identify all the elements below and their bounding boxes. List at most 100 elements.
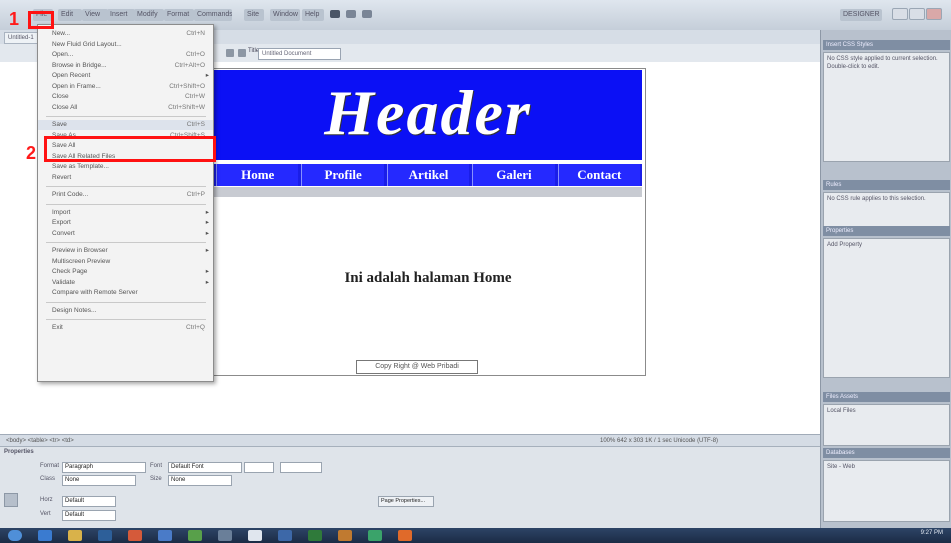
folder-icon[interactable]	[278, 530, 292, 541]
page-properties-button[interactable]: Page Properties...	[378, 496, 434, 507]
panel-header-rules[interactable]: Rules	[823, 180, 950, 190]
file-menu-item[interactable]: Design Notes...	[38, 306, 213, 316]
photoshop-icon[interactable]	[338, 530, 352, 541]
preview-icon[interactable]	[226, 49, 234, 57]
workspace-switcher[interactable]: DESIGNER	[840, 9, 882, 21]
explorer-icon[interactable]	[68, 530, 82, 541]
nav-item-artikel[interactable]: Artikel	[386, 164, 470, 186]
file-menu-item[interactable]: Browse in Bridge... Ctrl+Alt+O	[38, 61, 213, 71]
align-buttons[interactable]	[280, 462, 322, 473]
dreamweaver-icon[interactable]	[368, 530, 382, 541]
files-panel: Local Files	[823, 404, 950, 446]
document-title-input[interactable]: Untitled Document	[258, 48, 341, 60]
minimize-button[interactable]	[892, 8, 908, 20]
window-icon[interactable]	[218, 530, 232, 541]
active-app-icon[interactable]	[398, 530, 412, 541]
file-menu-item[interactable]: New Fluid Grid Layout...	[38, 40, 213, 50]
nav-item-galeri[interactable]: Galeri	[472, 164, 555, 186]
file-menu-item[interactable]: Validate ▸	[38, 278, 213, 288]
menu-separator	[46, 116, 206, 117]
refresh-icon[interactable]	[238, 49, 246, 57]
site-icon[interactable]	[362, 10, 372, 18]
menu-item-label: Convert	[52, 229, 75, 237]
file-menu-item[interactable]: Multiscreen Preview	[38, 257, 213, 267]
firefox-icon[interactable]	[128, 530, 142, 541]
file-menu-item[interactable]: Print Code... Ctrl+P	[38, 190, 213, 200]
menu-commands[interactable]: Commands	[194, 9, 232, 21]
nav-item-home[interactable]: Home	[216, 164, 299, 186]
menu-view[interactable]: View	[82, 9, 108, 21]
file-menu-item[interactable]: New... Ctrl+N	[38, 29, 213, 39]
home-content-text: Ini adalah halaman Home	[344, 270, 512, 286]
file-menu-item[interactable]: Convert ▸	[38, 229, 213, 239]
file-menu-item[interactable]: Save Ctrl+S	[38, 120, 213, 130]
format-select[interactable]: Paragraph	[62, 462, 146, 473]
font-select[interactable]: Default Font	[168, 462, 242, 473]
header-banner[interactable]: Header	[214, 70, 642, 160]
menu-item-shortcut: Ctrl+Q	[186, 324, 205, 331]
close-window-button[interactable]	[926, 8, 942, 20]
menu-item-label: Validate	[52, 278, 76, 286]
menu-site[interactable]: Site	[244, 9, 264, 21]
file-menu-item[interactable]: Open... Ctrl+O	[38, 50, 213, 60]
file-menu-item[interactable]: Open Recent ▸	[38, 71, 213, 81]
header-title: Header	[324, 77, 532, 148]
menu-item-shortcut: Ctrl+N	[186, 30, 205, 37]
menu-help[interactable]: Help	[302, 9, 324, 21]
app-icon[interactable]	[158, 530, 172, 541]
media-icon[interactable]	[98, 530, 112, 541]
bold-italic-buttons[interactable]	[244, 462, 274, 473]
nav-item-profile[interactable]: Profile	[301, 164, 384, 186]
file-menu-item[interactable]: Exit Ctrl+Q	[38, 323, 213, 333]
file-menu-item[interactable]: Compare with Remote Server	[38, 288, 213, 298]
ie-icon[interactable]	[38, 530, 52, 541]
size-select[interactable]: None	[168, 475, 232, 486]
menu-separator	[46, 242, 206, 243]
layout-icon[interactable]	[330, 10, 340, 18]
menu-insert[interactable]: Insert	[107, 9, 135, 21]
vert-label: Vert	[40, 511, 51, 517]
menu-item-label: Revert	[52, 173, 72, 181]
file-menu-item[interactable]: Close All Ctrl+Shift+W	[38, 103, 213, 113]
chrome-icon[interactable]	[188, 530, 202, 541]
plugin-icon[interactable]	[248, 530, 262, 541]
nav-item-contact[interactable]: Contact	[557, 164, 641, 186]
maximize-button[interactable]	[909, 8, 925, 20]
file-menu-item[interactable]: Export ▸	[38, 218, 213, 228]
vert-select[interactable]: Default	[62, 510, 116, 521]
class-select[interactable]: None	[62, 475, 136, 486]
panel-header-databases[interactable]: Databases	[823, 448, 950, 458]
excel-icon[interactable]	[308, 530, 322, 541]
panel-header-properties[interactable]: Properties	[823, 226, 950, 236]
start-button-icon[interactable]	[8, 530, 22, 541]
menu-item-label: Import	[52, 208, 71, 216]
extend-icon[interactable]	[346, 10, 356, 18]
menu-modify[interactable]: Modify	[134, 9, 164, 21]
menu-format[interactable]: Format	[164, 9, 194, 21]
file-menu-item[interactable]: Save as Template...	[38, 162, 213, 172]
annotation-marker-1: 1	[9, 9, 20, 29]
menu-item-label: Close All	[52, 103, 78, 111]
menu-window[interactable]: Window	[270, 9, 300, 21]
menu-item-shortcut: Ctrl+Shift+W	[168, 103, 205, 111]
file-menu-item[interactable]: Revert	[38, 173, 213, 183]
menu-separator	[46, 203, 206, 205]
file-menu-item[interactable]: Import ▸	[38, 208, 213, 218]
menu-item-label: Export	[52, 219, 71, 226]
horz-label: Horz	[40, 497, 53, 503]
properties-panel: Properties Format Paragraph Class None F…	[0, 446, 820, 529]
font-label: Font	[150, 463, 163, 469]
file-menu-item[interactable]: Open in Frame... Ctrl+Shift+O	[38, 82, 213, 92]
horz-select[interactable]: Default	[62, 496, 116, 507]
menu-edit[interactable]: Edit	[58, 9, 82, 21]
menu-item-label: Save as Template...	[52, 163, 109, 170]
file-menu-item[interactable]: Preview in Browser ▸	[38, 246, 213, 256]
file-menu-dropdown: New... Ctrl+N New Fluid Grid Layout... Open…	[37, 24, 214, 382]
panel-header-css[interactable]: Insert CSS Styles	[823, 40, 950, 50]
file-menu-item[interactable]: Close Ctrl+W	[38, 92, 213, 102]
panel-header-files[interactable]: Files Assets	[823, 392, 950, 402]
nav-bar[interactable]: Home Profile Artikel Galeri Contact	[214, 164, 642, 186]
taskbar-clock[interactable]: 9:27 PM	[921, 530, 943, 536]
file-menu-item[interactable]: Check Page ▸	[38, 267, 213, 277]
right-panel-group: Insert CSS Styles No CSS style applied t…	[820, 30, 951, 528]
